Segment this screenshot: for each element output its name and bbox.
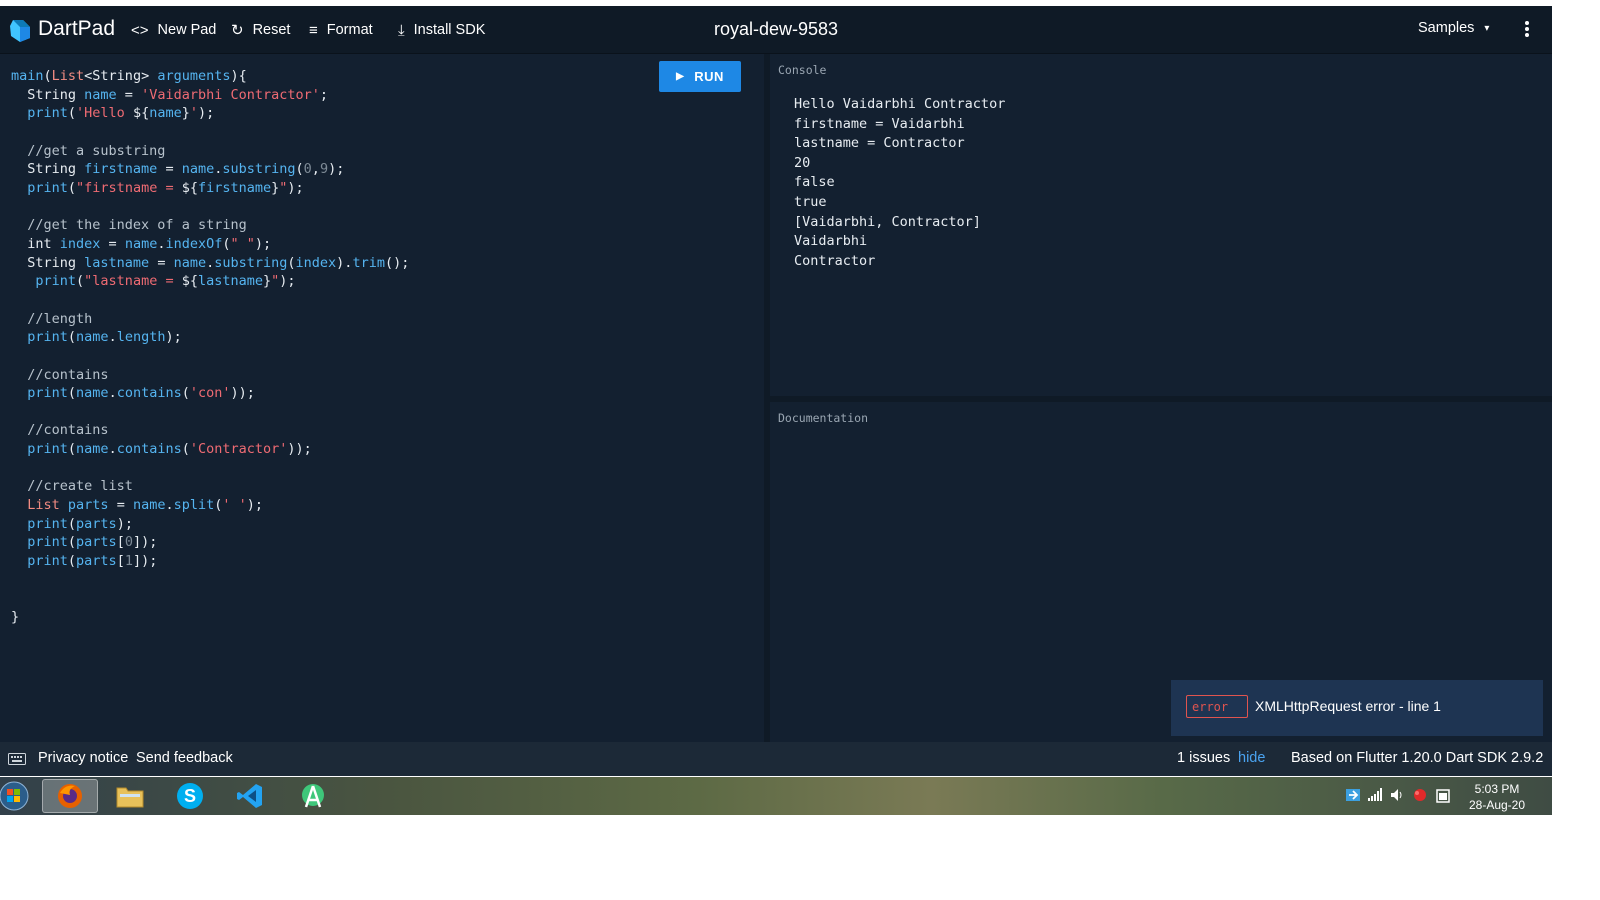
console-line: [Vaidarbhi, Contractor] [794,213,981,230]
skype-icon: S [177,783,203,809]
dartpad-app: DartPad <> New Pad ↻ Reset ≡ Format ⤓ In… [0,6,1552,742]
run-button[interactable]: ▶ RUN [659,61,741,92]
taskbar-file-explorer[interactable] [102,779,158,813]
clock-time: 5:03 PM [1474,782,1520,796]
console-line: firstname = Vaidarbhi [794,115,965,132]
alert-tray-icon[interactable] [1412,786,1428,804]
network-share-icon[interactable] [1345,786,1361,804]
samples-label: Samples [1418,20,1475,36]
error-badge: error [1186,695,1248,718]
privacy-notice-link[interactable]: Privacy notice [38,750,128,766]
run-label: RUN [694,69,724,84]
taskbar-android-studio[interactable] [285,779,341,813]
console-line: lastname = Contractor [794,135,965,152]
console-line: true [794,193,827,210]
windows-taskbar: S 5:03 PM 28-Aug-20 [0,777,1552,815]
signal-icon[interactable] [1367,786,1383,804]
console-line: Hello Vaidarbhi Contractor [794,96,1006,112]
start-button[interactable] [0,779,34,813]
code-content[interactable]: main(List<String> arguments){ String nam… [11,67,409,627]
issue-popup[interactable]: error XMLHttpRequest error - line 1 [1171,680,1543,736]
sdk-version: Based on Flutter 1.20.0 Dart SDK 2.9.2 [1291,750,1544,766]
issue-message[interactable]: XMLHttpRequest error - line 1 [1255,698,1441,714]
console-line: 20 [794,154,811,171]
console-line: Vaidarbhi [794,233,868,250]
hide-issues-link[interactable]: hide [1238,750,1265,766]
more-vert-icon[interactable] [1519,18,1535,40]
issues-count: 1 issues [1177,750,1231,766]
console-line: false [794,174,835,191]
folder-icon [116,787,144,808]
battery-icon[interactable] [1435,786,1451,804]
android-studio-icon [302,784,324,808]
play-icon: ▶ [676,71,685,82]
console-label: Console [778,63,827,77]
clock-date: 28-Aug-20 [1468,798,1526,812]
taskbar-skype[interactable]: S [162,779,218,813]
keyboard-icon[interactable] [8,753,26,765]
taskbar-vscode[interactable] [222,779,278,813]
vscode-icon [237,784,262,808]
samples-dropdown[interactable]: Samples ▾ [1418,20,1489,36]
top-bar: DartPad <> New Pad ↻ Reset ≡ Format ⤓ In… [0,6,1552,54]
svg-text:S: S [184,786,196,806]
console-panel: Console Hello Vaidarbhi Contractor firstn… [770,54,1552,396]
code-editor[interactable]: main(List<String> arguments){ String nam… [0,54,764,742]
taskbar-firefox[interactable] [42,779,98,813]
console-line: Contractor [794,252,876,269]
firefox-icon [58,784,82,808]
pad-title: royal-dew-9583 [713,19,839,39]
console-output: Hello Vaidarbhi Contractor firstname = Va… [794,95,1005,271]
footer-bar: Privacy notice Send feedback 1 issues hi… [0,742,1552,776]
system-clock[interactable]: 5:03 PM 28-Aug-20 [1462,781,1532,813]
windows-start-icon [0,781,29,811]
chevron-down-icon: ▾ [1484,22,1490,34]
documentation-label: Documentation [778,411,869,425]
send-feedback-link[interactable]: Send feedback [136,750,233,766]
volume-icon[interactable] [1389,786,1405,804]
